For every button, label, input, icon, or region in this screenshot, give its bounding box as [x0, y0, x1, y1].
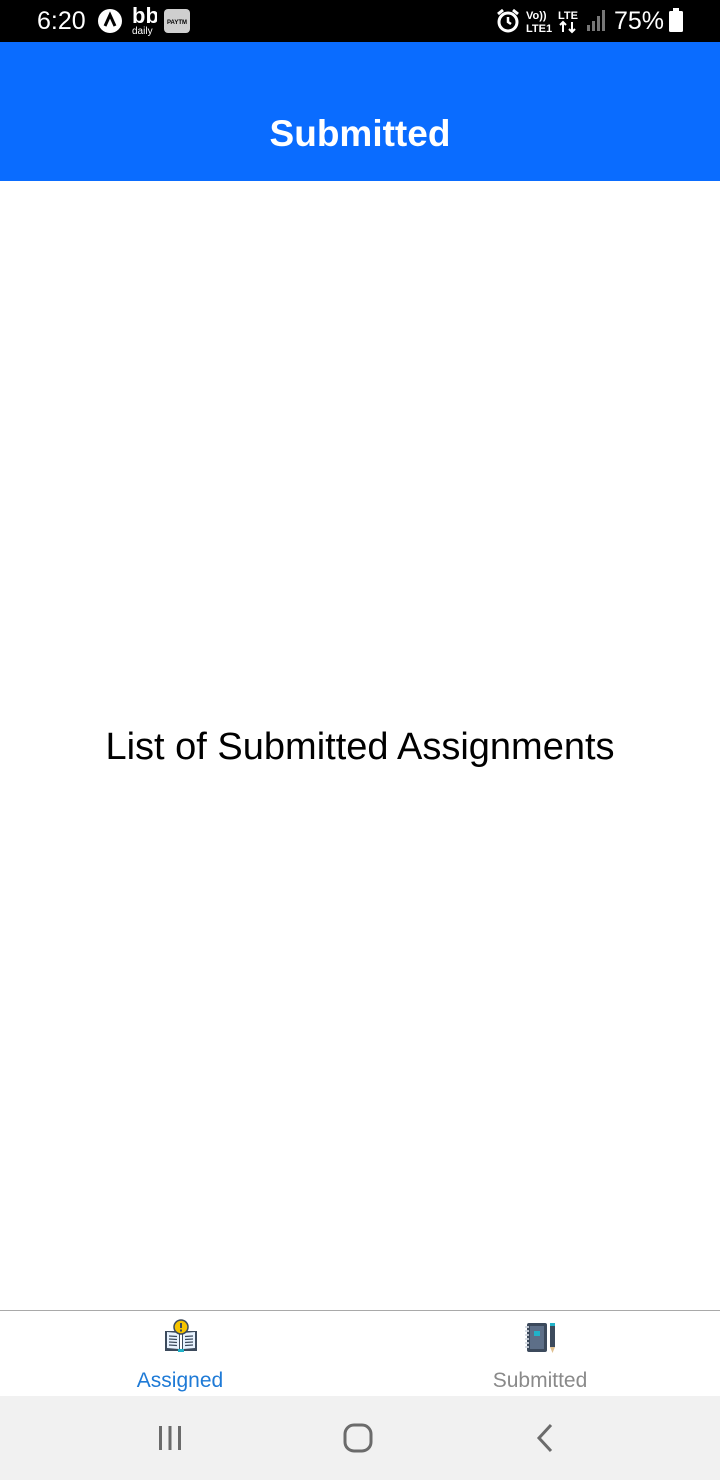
paytm-icon: PAYTM — [164, 9, 190, 33]
bottom-tab-bar: Assigned Submitted — [0, 1310, 720, 1396]
tab-submitted-label: Submitted — [492, 1369, 588, 1392]
open-book-icon — [165, 1319, 197, 1352]
tab-assigned-label: Assigned — [136, 1369, 224, 1392]
alarm-icon — [497, 8, 519, 33]
status-time: 6:20 — [37, 7, 86, 35]
lte-label: LTE — [558, 10, 578, 22]
lte-icon: LTE — [558, 10, 578, 34]
svg-text:bb: bb — [132, 3, 157, 28]
tab-submitted[interactable]: Submitted — [360, 1311, 720, 1397]
volte-sub-label: LTE1 — [526, 23, 552, 34]
nav-arrow-icon — [98, 9, 122, 33]
recent-apps-icon[interactable] — [150, 1418, 190, 1458]
page-title: Submitted — [269, 113, 451, 154]
system-nav-bar — [0, 1396, 720, 1480]
home-icon[interactable] — [338, 1418, 378, 1458]
bb-daily-icon: bb daily — [132, 3, 157, 37]
tab-assigned[interactable]: Assigned — [0, 1311, 360, 1397]
signal-icon — [587, 10, 605, 31]
app-header: Submitted — [0, 42, 720, 181]
status-bar: 6:20 bb daily PAYTM Vo)) LTE1 LTE 75% — [0, 0, 720, 42]
main-content: List of Submitted Assignments — [0, 181, 720, 1310]
battery-percent: 75% — [614, 7, 665, 35]
back-icon[interactable] — [526, 1418, 566, 1458]
volte-label: Vo)) — [526, 10, 547, 22]
battery-icon — [669, 8, 683, 32]
empty-state-message: List of Submitted Assignments — [105, 726, 615, 768]
bb-daily-label: daily — [132, 26, 153, 37]
notebook-pencil-icon — [525, 1323, 555, 1353]
paytm-label: PAYTM — [167, 20, 187, 26]
volte-icon: Vo)) LTE1 — [526, 10, 552, 34]
